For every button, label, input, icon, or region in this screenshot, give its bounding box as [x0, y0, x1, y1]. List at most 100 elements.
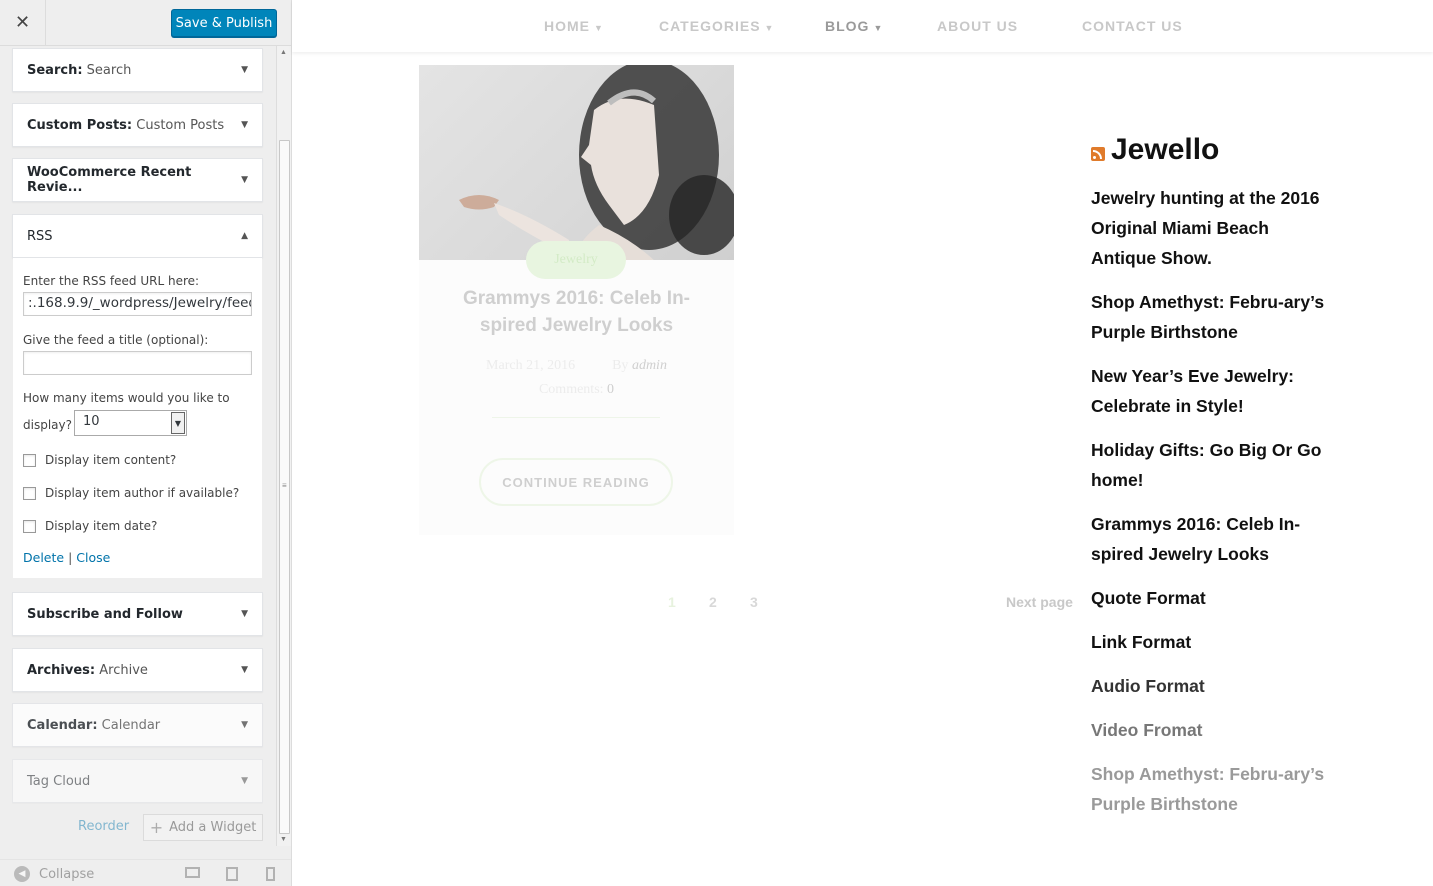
nav-about-label: ABOUT US — [937, 18, 1019, 34]
widget-title: WooCommerce Recent Revie... — [27, 165, 192, 195]
rss-widget-title: Jewello — [1091, 130, 1331, 170]
expand-arrow-icon[interactable]: ▼ — [241, 776, 248, 786]
widget-woocommerce-reviews[interactable]: WooCommerce Recent Revie... ▼ — [12, 158, 263, 202]
rss-widget: Jewello Jewelry hunting at the 2016 Orig… — [1091, 130, 1331, 833]
post-featured-image[interactable] — [419, 65, 734, 260]
collapse-button[interactable]: ◀ Collapse — [14, 866, 94, 882]
rss-item[interactable]: Quote Format — [1091, 583, 1331, 613]
rss-item[interactable]: Audio Format — [1091, 671, 1331, 701]
rss-widget-form: Enter the RSS feed URL here: :.168.9.9/_… — [13, 257, 262, 578]
widget-title: Search: — [27, 62, 83, 78]
rss-widget-heading[interactable]: Jewello — [1111, 133, 1219, 167]
post-title[interactable]: Grammys 2016: Celeb In-spired Jewelry Lo… — [439, 285, 714, 339]
post-comments-label: Comments: — [538, 382, 604, 397]
continue-reading-button[interactable]: CONTINUE READING — [479, 458, 673, 506]
page-link-2[interactable]: 2 — [709, 594, 717, 610]
expand-arrow-icon[interactable]: ▼ — [241, 609, 248, 619]
rss-title-input[interactable] — [23, 351, 252, 375]
add-widget-button[interactable]: + Add a Widget — [143, 814, 263, 841]
expand-arrow-icon[interactable]: ▼ — [241, 175, 248, 185]
mobile-preview-icon[interactable] — [266, 867, 275, 881]
post-date: March 21, 2016 — [486, 358, 576, 373]
rss-item[interactable]: Holiday Gifts: Go Big Or Go home! — [1091, 435, 1331, 495]
expand-arrow-icon[interactable]: ▼ — [241, 65, 248, 75]
nav-item-contact[interactable]: CONTACT US — [1082, 18, 1183, 34]
widget-tag-cloud[interactable]: Tag Cloud ▼ — [12, 759, 263, 803]
rss-item[interactable]: Link Format — [1091, 627, 1331, 657]
customizer-sidebar: ✕ Save & Publish Search: Search ▼ Custom … — [0, 0, 292, 886]
collapse-arrow-icon[interactable]: ▲ — [241, 231, 248, 241]
save-publish-button[interactable]: Save & Publish — [171, 9, 277, 37]
next-page-link[interactable]: Next page — [1006, 594, 1073, 610]
rss-item[interactable]: New Year’s Eve Jewelry: Celebrate in Sty… — [1091, 361, 1331, 421]
show-author-checkbox[interactable] — [23, 486, 36, 500]
show-date-option[interactable]: Display item date? — [23, 519, 157, 533]
post-by-label: By — [612, 358, 629, 373]
dropdown-caret-icon[interactable]: ▼ — [171, 412, 185, 434]
reorder-link[interactable]: Reorder — [78, 819, 129, 834]
rss-item[interactable]: Shop Amethyst: Febru-ary’s Purple Births… — [1091, 287, 1331, 347]
page-link-1[interactable]: 1 — [668, 594, 676, 610]
widget-search[interactable]: Search: Search ▼ — [12, 48, 263, 92]
post-meta: March 21, 2016 By admin Comments: 0 — [439, 354, 714, 402]
nav-item-home[interactable]: HOME ▼ — [544, 18, 604, 34]
widget-custom-posts[interactable]: Custom Posts: Custom Posts ▼ — [12, 103, 263, 147]
customizer-footer: ◀ Collapse — [0, 859, 291, 886]
nav-home-label: HOME — [544, 18, 590, 34]
widget-title: Custom Posts: — [27, 117, 133, 133]
scrollbar-thumb[interactable]: ≡ — [279, 140, 290, 834]
widget-subscribe-follow[interactable]: Subscribe and Follow ▼ — [12, 592, 263, 636]
widget-title: Subscribe and Follow — [27, 606, 183, 622]
category-badge[interactable]: Jewelry — [526, 241, 626, 279]
chevron-down-icon: ▼ — [594, 23, 604, 33]
rss-item[interactable]: Jewelry hunting at the 2016 Original Mia… — [1091, 183, 1331, 273]
action-separator: | — [68, 550, 73, 565]
expand-arrow-icon[interactable]: ▼ — [241, 120, 248, 130]
rss-item[interactable]: Shop Amethyst: Febru-ary’s Purple Births… — [1091, 759, 1331, 819]
add-widget-label: Add a Widget — [169, 820, 257, 835]
scroll-down-icon[interactable]: ▼ — [280, 836, 287, 843]
widget-subtitle: Calendar — [101, 717, 161, 733]
nav-item-blog[interactable]: BLOG ▼ — [825, 18, 883, 34]
delete-link[interactable]: Delete — [23, 550, 64, 565]
sidebar-scrollbar[interactable]: ▲ ≡ ▼ — [276, 46, 291, 846]
page-link-3[interactable]: 3 — [750, 594, 758, 610]
post-author[interactable]: admin — [632, 358, 667, 373]
show-content-checkbox[interactable] — [23, 453, 36, 467]
divider — [492, 417, 660, 418]
scroll-up-icon[interactable]: ▲ — [280, 49, 287, 56]
nav-item-about[interactable]: ABOUT US — [937, 18, 1018, 34]
show-date-checkbox[interactable] — [23, 519, 36, 533]
expand-arrow-icon[interactable]: ▼ — [241, 665, 248, 675]
rss-feed-icon[interactable] — [1091, 147, 1105, 161]
widget-title: RSS — [27, 228, 53, 244]
post-comments-count[interactable]: 0 — [607, 382, 614, 397]
nav-categories-label: CATEGORIES — [659, 18, 761, 34]
close-icon[interactable]: ✕ — [0, 0, 46, 45]
rss-url-label: Enter the RSS feed URL here: — [23, 274, 200, 288]
rss-items-select[interactable]: 10 ▼ — [74, 410, 187, 436]
widget-subtitle: Search — [86, 62, 132, 78]
show-author-option[interactable]: Display item author if available? — [23, 486, 239, 500]
close-link[interactable]: Close — [76, 550, 110, 565]
widget-title: Archives: — [27, 662, 96, 678]
collapse-label: Collapse — [39, 866, 95, 882]
desktop-preview-icon[interactable] — [185, 867, 200, 878]
nav-item-categories[interactable]: CATEGORIES ▼ — [659, 18, 774, 34]
widget-calendar[interactable]: Calendar: Calendar ▼ — [12, 703, 263, 747]
widget-archives[interactable]: Archives: Archive ▼ — [12, 648, 263, 692]
rss-item[interactable]: Grammys 2016: Celeb In-spired Jewelry Lo… — [1091, 509, 1331, 569]
widget-title: Calendar: — [27, 717, 98, 733]
rss-items-label: How many items would you like to — [23, 391, 230, 405]
nav-contact-label: CONTACT US — [1082, 18, 1183, 34]
show-date-label: Display item date? — [45, 519, 158, 533]
widget-rss[interactable]: RSS ▲ — [12, 214, 263, 258]
widget-subtitle: Custom Posts — [136, 117, 225, 133]
customizer-header: ✕ Save & Publish — [0, 0, 291, 46]
expand-arrow-icon[interactable]: ▼ — [241, 720, 248, 730]
tablet-preview-icon[interactable] — [226, 867, 238, 881]
rss-item[interactable]: Video Fromat — [1091, 715, 1331, 745]
show-author-label: Display item author if available? — [45, 486, 240, 500]
rss-url-input[interactable]: :.168.9.9/_wordpress/Jewelry/feed — [23, 292, 252, 316]
show-content-option[interactable]: Display item content? — [23, 453, 176, 467]
